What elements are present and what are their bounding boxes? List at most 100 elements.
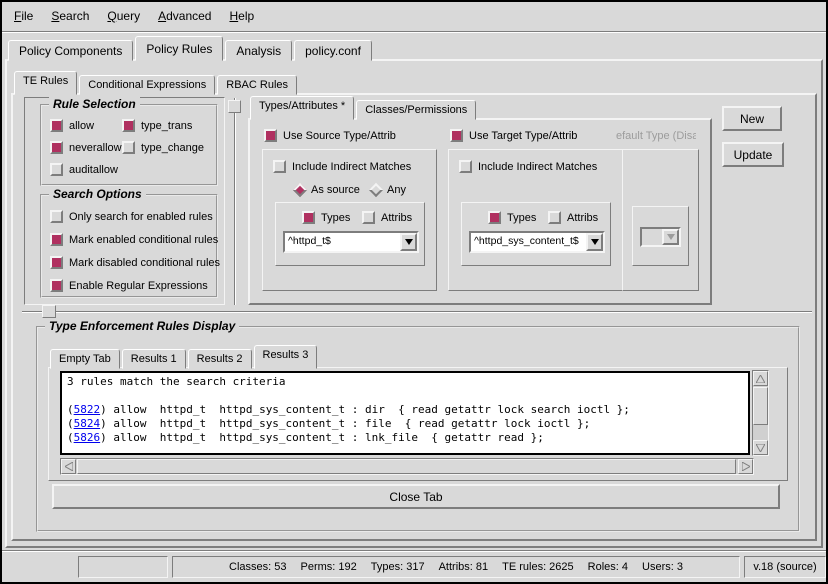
- vertical-scrollbar[interactable]: [752, 370, 769, 456]
- arrow-left-icon: [65, 462, 73, 471]
- source-types-checkbox-indicator[interactable]: [302, 211, 315, 224]
- mark-disabled-checkbox-indicator[interactable]: [50, 256, 63, 269]
- rule-id-link[interactable]: 5826: [74, 431, 101, 444]
- target-types-checkbox[interactable]: Types: [488, 211, 536, 224]
- radio-as-source[interactable]: As source: [295, 184, 360, 196]
- tab-results-1[interactable]: Results 1: [122, 349, 186, 369]
- target-attribs-checkbox[interactable]: Attribs: [548, 211, 598, 224]
- status-te-rules: TE rules: 2625: [502, 561, 574, 573]
- source-indirect-label: Include Indirect Matches: [292, 161, 411, 173]
- tab-results-3[interactable]: Results 3: [254, 345, 318, 369]
- source-indirect-checkbox-indicator[interactable]: [273, 160, 286, 173]
- close-tab-button[interactable]: Close Tab: [52, 484, 780, 509]
- type-trans-checkbox-indicator[interactable]: [122, 119, 135, 132]
- tab-policy-conf[interactable]: policy.conf: [294, 40, 372, 61]
- new-button[interactable]: New: [722, 106, 782, 131]
- results-summary: 3 rules match the search criteria: [67, 375, 743, 389]
- source-types-checkbox[interactable]: Types: [302, 211, 350, 224]
- arrow-right-icon: [742, 462, 750, 471]
- target-attribs-checkbox-indicator[interactable]: [548, 211, 561, 224]
- checkbox-mark-disabled[interactable]: Mark disabled conditional rules: [50, 256, 220, 269]
- target-type-combobox[interactable]: ^httpd_sys_content_t$: [469, 231, 605, 253]
- checkbox-neverallow[interactable]: neverallow: [50, 141, 122, 154]
- use-source-checkbox[interactable]: Use Source Type/Attrib: [264, 129, 396, 142]
- use-target-checkbox-indicator[interactable]: [450, 129, 463, 142]
- target-types-frame: Types Attribs ^httpd_sys_content_t$: [461, 202, 611, 266]
- menu-advanced[interactable]: Advanced: [158, 9, 211, 23]
- rules-tab-bar: TE Rules Conditional Expressions RBAC Ru…: [14, 70, 299, 95]
- target-type-value[interactable]: ^httpd_sys_content_t$: [471, 233, 586, 251]
- tab-types-attributes[interactable]: Types/Attributes *: [250, 96, 354, 120]
- checkbox-type-trans[interactable]: type_trans: [122, 119, 192, 132]
- as-source-label: As source: [311, 184, 360, 196]
- use-target-checkbox[interactable]: Use Target Type/Attrib: [450, 129, 577, 142]
- source-combo-dropdown-button[interactable]: [400, 233, 417, 251]
- rule-id-link[interactable]: 5824: [74, 417, 101, 430]
- vertical-sash-handle[interactable]: [228, 100, 241, 113]
- chevron-down-icon: [591, 239, 599, 245]
- menu-search[interactable]: Search: [51, 9, 89, 23]
- scroll-down-button[interactable]: [753, 440, 768, 455]
- search-options-group: Search Options Only search for enabled r…: [40, 194, 218, 298]
- checkbox-enabled-only[interactable]: Only search for enabled rules: [50, 210, 213, 223]
- tab-analysis[interactable]: Analysis: [225, 40, 292, 61]
- horizontal-sash: [22, 311, 812, 313]
- type-change-checkbox-indicator[interactable]: [122, 141, 135, 154]
- radio-any[interactable]: Any: [371, 184, 406, 196]
- checkbox-auditallow[interactable]: auditallow: [50, 163, 118, 176]
- tab-policy-rules[interactable]: Policy Rules: [135, 36, 223, 61]
- menu-bar: File Search Query Advanced Help: [2, 2, 826, 30]
- checkbox-allow[interactable]: allow: [50, 119, 94, 132]
- target-indirect-checkbox[interactable]: Include Indirect Matches: [459, 160, 597, 173]
- scroll-up-button[interactable]: [753, 371, 768, 386]
- horizontal-sash-handle[interactable]: [42, 305, 56, 318]
- target-indirect-label: Include Indirect Matches: [478, 161, 597, 173]
- enabled-only-label: Only search for enabled rules: [69, 211, 213, 223]
- regex-checkbox-indicator[interactable]: [50, 279, 63, 292]
- checkbox-mark-enabled[interactable]: Mark enabled conditional rules: [50, 233, 218, 246]
- target-indirect-checkbox-indicator[interactable]: [459, 160, 472, 173]
- tab-conditional-expressions[interactable]: Conditional Expressions: [79, 75, 215, 95]
- horizontal-scroll-thumb[interactable]: [77, 459, 736, 474]
- target-types-checkbox-indicator[interactable]: [488, 211, 501, 224]
- vertical-scroll-thumb[interactable]: [753, 387, 768, 425]
- any-radio-indicator[interactable]: [369, 183, 383, 197]
- tab-rbac-rules[interactable]: RBAC Rules: [217, 75, 297, 95]
- horizontal-scrollbar[interactable]: [60, 458, 754, 475]
- source-type-combobox[interactable]: ^httpd_t$: [283, 231, 419, 253]
- tab-empty-tab[interactable]: Empty Tab: [50, 349, 120, 369]
- neverallow-checkbox-indicator[interactable]: [50, 141, 63, 154]
- source-type-value[interactable]: ^httpd_t$: [285, 233, 400, 251]
- tab-classes-permissions[interactable]: Classes/Permissions: [356, 100, 476, 120]
- rule-selection-title: Rule Selection: [49, 97, 140, 111]
- source-attribs-checkbox-indicator[interactable]: [362, 211, 375, 224]
- source-indirect-checkbox[interactable]: Include Indirect Matches: [273, 160, 411, 173]
- tab-te-rules[interactable]: TE Rules: [14, 71, 77, 95]
- chevron-down-icon: [405, 239, 413, 245]
- chevron-down-icon: [667, 234, 675, 240]
- checkbox-type-change[interactable]: type_change: [122, 141, 204, 154]
- status-classes: Classes: 53: [229, 561, 286, 573]
- target-combo-dropdown-button[interactable]: [586, 233, 603, 251]
- tab-policy-components[interactable]: Policy Components: [8, 40, 133, 61]
- menu-query[interactable]: Query: [107, 9, 140, 23]
- mark-enabled-checkbox-indicator[interactable]: [50, 233, 63, 246]
- menu-file[interactable]: File: [14, 9, 33, 23]
- auditallow-checkbox-indicator[interactable]: [50, 163, 63, 176]
- scroll-left-button[interactable]: [61, 459, 76, 474]
- allow-checkbox-indicator[interactable]: [50, 119, 63, 132]
- results-tab-bar: Empty Tab Results 1 Results 2 Results 3: [50, 345, 319, 369]
- as-source-radio-indicator[interactable]: [293, 183, 307, 197]
- update-button[interactable]: Update: [722, 142, 784, 167]
- checkbox-regex[interactable]: Enable Regular Expressions: [50, 279, 208, 292]
- arrow-up-icon: [756, 375, 765, 383]
- te-results-title: Type Enforcement Rules Display: [45, 319, 239, 333]
- enabled-only-checkbox-indicator[interactable]: [50, 210, 63, 223]
- tab-results-2[interactable]: Results 2: [188, 349, 252, 369]
- menu-help[interactable]: Help: [229, 9, 254, 23]
- scroll-right-button[interactable]: [738, 459, 753, 474]
- rule-id-link[interactable]: 5822: [74, 403, 101, 416]
- results-textarea[interactable]: 3 rules match the search criteria (5822)…: [60, 371, 750, 455]
- source-attribs-checkbox[interactable]: Attribs: [362, 211, 412, 224]
- use-source-checkbox-indicator[interactable]: [264, 129, 277, 142]
